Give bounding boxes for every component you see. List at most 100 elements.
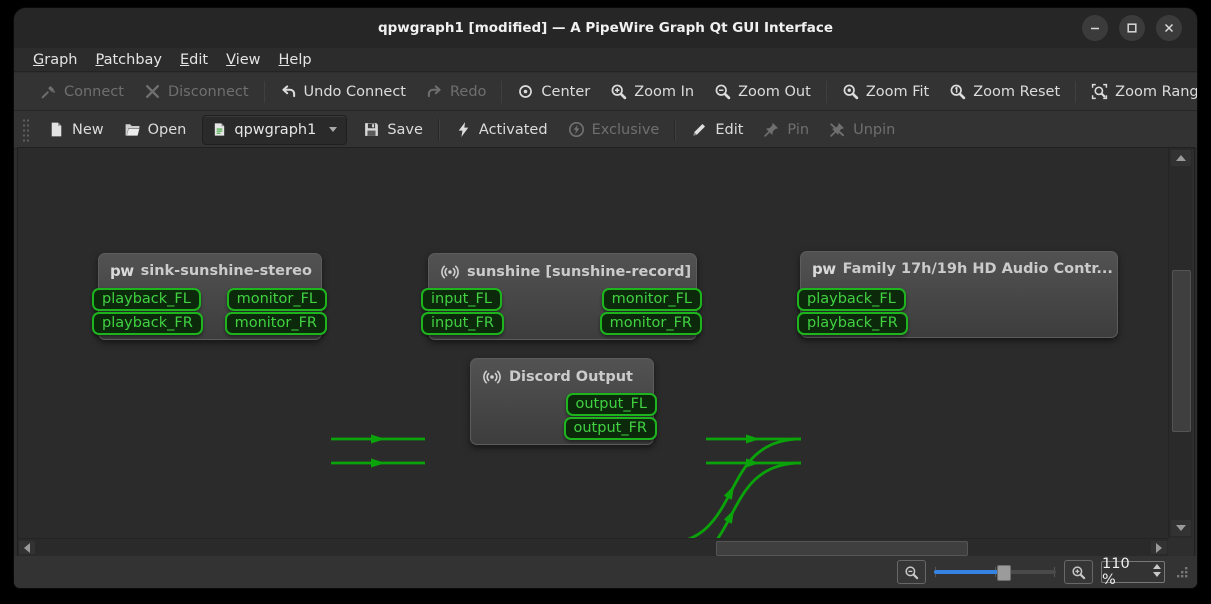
zoom-percent-value: 110 %: [1102, 556, 1146, 588]
scroll-right-button[interactable]: [1151, 541, 1167, 554]
port-input-fr[interactable]: input_FR: [421, 312, 504, 335]
disconnect-button[interactable]: Disconnect: [134, 77, 259, 107]
open-button[interactable]: Open: [114, 115, 197, 145]
arrow-up-icon: [1176, 155, 1186, 161]
patchbay-profile-select[interactable]: qpwgraph1: [202, 115, 347, 145]
port-playback-fl[interactable]: playback_FL: [797, 288, 906, 311]
close-button[interactable]: [1156, 15, 1182, 41]
new-file-icon: [48, 121, 65, 138]
zoom-out-button[interactable]: Zoom Out: [704, 77, 821, 107]
menu-help[interactable]: Help: [270, 50, 321, 70]
minimize-button[interactable]: [1082, 15, 1108, 41]
port-monitor-fl[interactable]: monitor_FL: [227, 288, 327, 311]
slider-fill: [934, 570, 1000, 574]
toolbar-drag-handle[interactable]: [22, 118, 30, 142]
statusbar: 110 %: [14, 556, 1197, 588]
exclusive-bolt-icon: [568, 121, 585, 138]
vertical-scroll-thumb[interactable]: [1172, 270, 1191, 432]
bolt-icon: [455, 121, 472, 138]
zoom-in-icon: [1071, 565, 1086, 580]
scroll-down-button[interactable]: [1171, 520, 1191, 536]
close-icon: [1161, 20, 1177, 36]
zoom-out-icon: [904, 565, 919, 580]
spinbox-arrows[interactable]: [1153, 564, 1161, 577]
connect-button[interactable]: Connect: [30, 77, 134, 107]
node-title: pw Family 17h/19h HD Audio Contr...: [801, 252, 1117, 278]
toolbar-separator: [438, 119, 440, 141]
unpin-icon: [829, 121, 846, 138]
vertical-scrollbar[interactable]: [1168, 148, 1192, 538]
zoom-reset-button[interactable]: Zoom Reset: [939, 77, 1070, 107]
pin-button[interactable]: Pin: [753, 115, 819, 145]
menu-graph[interactable]: Graph: [24, 50, 87, 70]
port-playback-fl[interactable]: playback_FL: [92, 288, 201, 311]
stream-icon: [440, 262, 460, 282]
open-folder-icon: [124, 121, 141, 138]
port-playback-fr[interactable]: playback_FR: [92, 312, 203, 335]
stream-icon: [482, 367, 502, 387]
graph-toolbar: Connect Disconnect Undo Connect Redo Cen…: [14, 73, 1197, 111]
toolbar-separator: [1075, 81, 1076, 103]
window-title: qpwgraph1 [modified] — A PipeWire Graph …: [14, 8, 1197, 48]
save-icon: [363, 121, 380, 138]
connection-wire[interactable]: [661, 439, 801, 538]
maximize-icon: [1124, 20, 1140, 36]
activated-toggle[interactable]: Activated: [445, 115, 558, 145]
zoom-percent-spinbox[interactable]: 110 %: [1101, 561, 1165, 583]
undo-connect-button[interactable]: Undo Connect: [270, 77, 416, 107]
zoom-in-button[interactable]: Zoom In: [600, 77, 704, 107]
wire-arrow-icon: [746, 435, 760, 444]
graph-canvas[interactable]: pw sink-sunshine-stereo sunshine [sunshi…: [18, 148, 1168, 538]
zoom-slider[interactable]: [934, 563, 1056, 581]
scroll-up-button[interactable]: [1171, 150, 1191, 166]
menu-edit[interactable]: Edit: [171, 50, 217, 70]
save-button[interactable]: Save: [353, 115, 433, 145]
menu-view[interactable]: View: [217, 50, 269, 70]
scroll-left-button[interactable]: [19, 541, 35, 554]
zoom-fit-button[interactable]: Zoom Fit: [832, 77, 939, 107]
statusbar-zoom-out-button[interactable]: [897, 560, 926, 584]
exclusive-toggle[interactable]: Exclusive: [558, 115, 670, 145]
port-monitor-fr[interactable]: monitor_FR: [225, 312, 327, 335]
unpin-button[interactable]: Unpin: [819, 115, 905, 145]
toolbar-separator: [264, 81, 265, 103]
menu-patchbay[interactable]: Patchbay: [87, 50, 172, 70]
port-playback-fr[interactable]: playback_FR: [797, 312, 908, 335]
toolbar-separator: [501, 81, 502, 103]
port-monitor-fr[interactable]: monitor_FR: [600, 312, 702, 335]
wire-arrow-icon: [371, 435, 385, 444]
port-input-fl[interactable]: input_FL: [421, 288, 502, 311]
port-output-fl[interactable]: output_FL: [566, 393, 658, 416]
zoom-fit-icon: [842, 83, 859, 100]
wire-arrow-icon: [724, 507, 738, 524]
redo-button[interactable]: Redo: [416, 77, 496, 107]
statusbar-zoom-in-button[interactable]: [1064, 560, 1093, 584]
new-button[interactable]: New: [38, 115, 114, 145]
maximize-button[interactable]: [1119, 15, 1145, 41]
node-title: Discord Output: [471, 359, 653, 387]
center-button[interactable]: Center: [507, 77, 600, 107]
minimize-icon: [1087, 20, 1103, 36]
arrow-right-icon: [1156, 543, 1162, 553]
pencil-icon: [691, 121, 708, 138]
patchbay-profile-value: qpwgraph1: [234, 122, 316, 138]
patchbay-file-icon: [212, 122, 227, 137]
arrow-left-icon: [24, 543, 30, 553]
resize-grip[interactable]: [1175, 565, 1189, 579]
zoom-range-button[interactable]: Zoom Range: [1081, 77, 1197, 107]
scrollbar-corner: [1168, 538, 1192, 556]
node-title: pw sink-sunshine-stereo: [99, 254, 321, 280]
toolbar-separator: [674, 119, 676, 141]
horizontal-scroll-thumb[interactable]: [716, 541, 968, 556]
menubar: Graph Patchbay Edit View Help: [14, 48, 1197, 72]
spin-down-icon: [1153, 572, 1161, 577]
undo-icon: [280, 83, 297, 100]
horizontal-scrollbar[interactable]: [18, 538, 1168, 556]
zoom-reset-icon: [949, 83, 966, 100]
edit-button[interactable]: Edit: [681, 115, 753, 145]
port-monitor-fl[interactable]: monitor_FL: [602, 288, 702, 311]
titlebar[interactable]: qpwgraph1 [modified] — A PipeWire Graph …: [14, 8, 1197, 48]
port-output-fr[interactable]: output_FR: [564, 417, 658, 440]
zoom-slider-handle[interactable]: [997, 565, 1011, 581]
connection-wire[interactable]: [661, 463, 801, 538]
